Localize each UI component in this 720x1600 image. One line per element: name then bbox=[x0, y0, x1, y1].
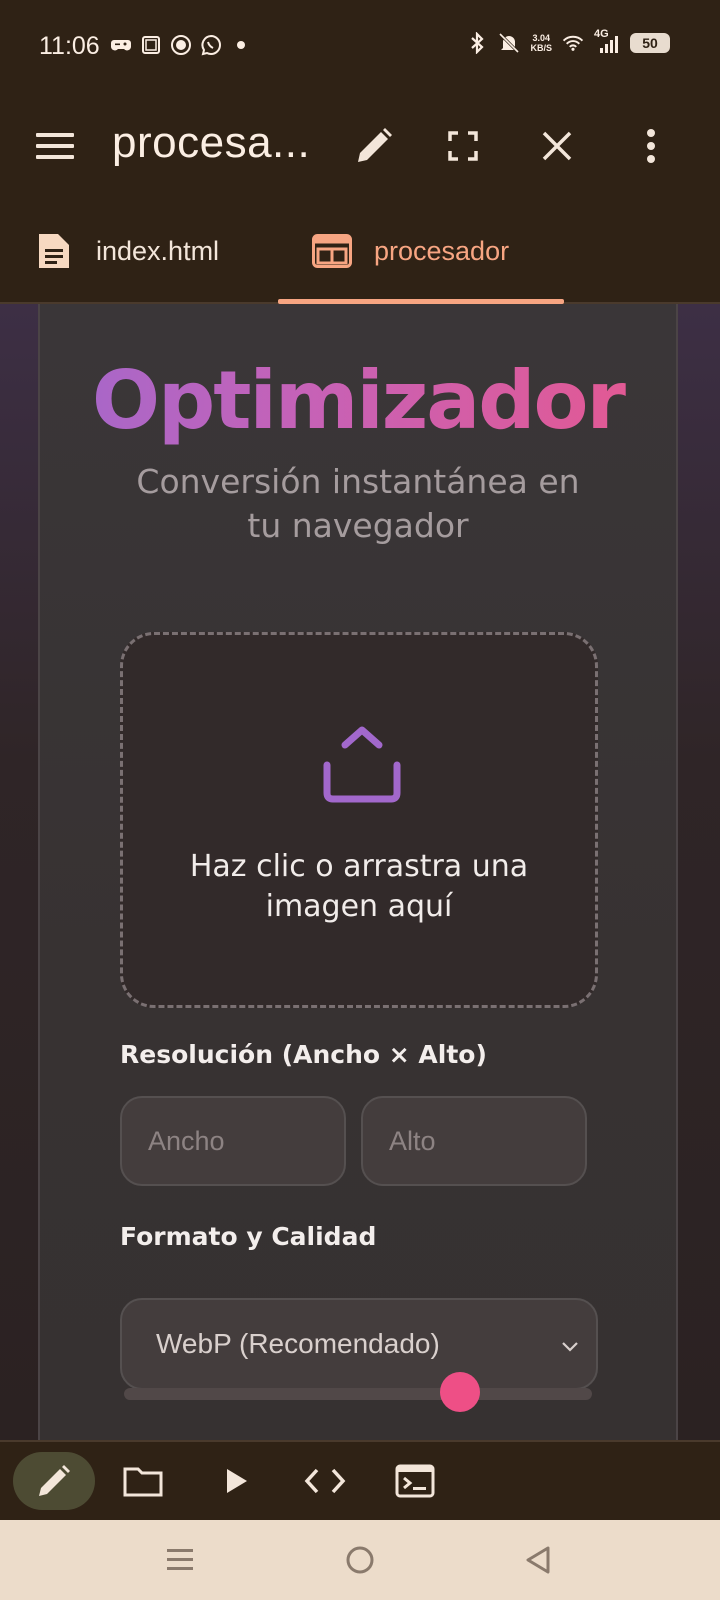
file-title: procesa... bbox=[112, 118, 311, 167]
resolution-label: Resolución (Ancho × Alto) bbox=[120, 1040, 487, 1069]
menu-button[interactable] bbox=[27, 118, 83, 174]
tab-procesador[interactable]: procesador bbox=[278, 200, 564, 304]
height-placeholder: Alto bbox=[389, 1125, 436, 1156]
app-card: Optimizador Conversión instantánea en tu… bbox=[38, 304, 678, 1440]
more-options-button[interactable] bbox=[623, 118, 679, 174]
home-button[interactable] bbox=[338, 1538, 382, 1582]
close-button[interactable] bbox=[529, 118, 585, 174]
dot-icon bbox=[230, 34, 252, 56]
battery-indicator: 50 bbox=[630, 33, 670, 53]
game-controller-icon bbox=[110, 34, 132, 56]
rename-button[interactable] bbox=[346, 118, 402, 174]
net-speed-unit: KB/S bbox=[530, 43, 552, 53]
play-icon bbox=[227, 1469, 247, 1493]
recents-button[interactable] bbox=[158, 1538, 202, 1582]
back-button[interactable] bbox=[516, 1538, 560, 1582]
chevron-down-icon bbox=[562, 1342, 578, 1352]
folder-icon bbox=[123, 1467, 163, 1497]
menu-icon bbox=[36, 133, 74, 159]
height-input[interactable]: Alto bbox=[361, 1096, 587, 1186]
run-button[interactable] bbox=[196, 1452, 278, 1510]
bluetooth-icon bbox=[466, 32, 488, 54]
editor-action-bar bbox=[0, 1440, 720, 1520]
edit-icon bbox=[39, 1465, 70, 1496]
tab-label: index.html bbox=[96, 235, 220, 266]
fullscreen-icon bbox=[448, 131, 478, 161]
more-vert-icon bbox=[647, 129, 655, 163]
net-speed: 3.04 KB/S bbox=[530, 33, 552, 53]
code-icon bbox=[304, 1468, 346, 1494]
pencil-icon bbox=[358, 128, 392, 162]
net-speed-value: 3.04 bbox=[532, 33, 550, 43]
home-icon bbox=[346, 1546, 374, 1574]
system-nav-bar bbox=[0, 1520, 720, 1600]
terminal-button[interactable] bbox=[374, 1452, 456, 1510]
upload-icon bbox=[323, 726, 401, 803]
close-icon bbox=[542, 131, 572, 161]
width-input[interactable]: Ancho bbox=[120, 1096, 346, 1186]
network-type: 4G bbox=[594, 28, 609, 40]
page-title: Optimizador bbox=[40, 354, 676, 447]
mute-icon bbox=[498, 32, 520, 54]
app-toolbar: procesa... bbox=[0, 92, 720, 200]
format-label: Formato y Calidad bbox=[120, 1222, 377, 1251]
recents-icon bbox=[167, 1549, 193, 1570]
quality-slider-track[interactable] bbox=[124, 1388, 592, 1400]
signal-icon: 4G bbox=[594, 28, 620, 54]
back-icon bbox=[526, 1546, 550, 1574]
code-button[interactable] bbox=[284, 1452, 366, 1510]
file-tabs: index.html procesador bbox=[0, 200, 720, 304]
image-dropzone[interactable]: Haz clic o arrastra una imagen aquí bbox=[120, 632, 598, 1008]
terminal-icon bbox=[395, 1464, 435, 1498]
web-preview: Optimizador Conversión instantánea en tu… bbox=[0, 304, 720, 1440]
format-select[interactable]: WebP (Recomendado) bbox=[120, 1298, 598, 1390]
document-icon bbox=[39, 234, 69, 268]
format-selected-value: WebP (Recomendado) bbox=[156, 1328, 440, 1359]
quality-slider-thumb[interactable] bbox=[440, 1372, 480, 1412]
files-button[interactable] bbox=[102, 1452, 184, 1510]
record-icon bbox=[170, 34, 192, 56]
fullscreen-button[interactable] bbox=[435, 118, 491, 174]
edit-button[interactable] bbox=[13, 1452, 95, 1510]
page-subtitle: Conversión instantánea en tu navegador bbox=[136, 462, 580, 545]
dropzone-text: Haz clic o arrastra una imagen aquí bbox=[189, 849, 529, 924]
web-layout-icon bbox=[312, 234, 352, 268]
tab-label: procesador bbox=[374, 235, 510, 266]
width-placeholder: Ancho bbox=[148, 1125, 225, 1156]
status-time: 11:06 bbox=[39, 32, 100, 60]
status-bar: 11:06 3.04 KB/S 4G 50 bbox=[0, 0, 720, 92]
tab-index-html[interactable]: index.html bbox=[36, 200, 219, 302]
whatsapp-icon bbox=[200, 34, 222, 56]
wifi-icon bbox=[562, 32, 584, 54]
screenshot-icon bbox=[140, 34, 162, 56]
